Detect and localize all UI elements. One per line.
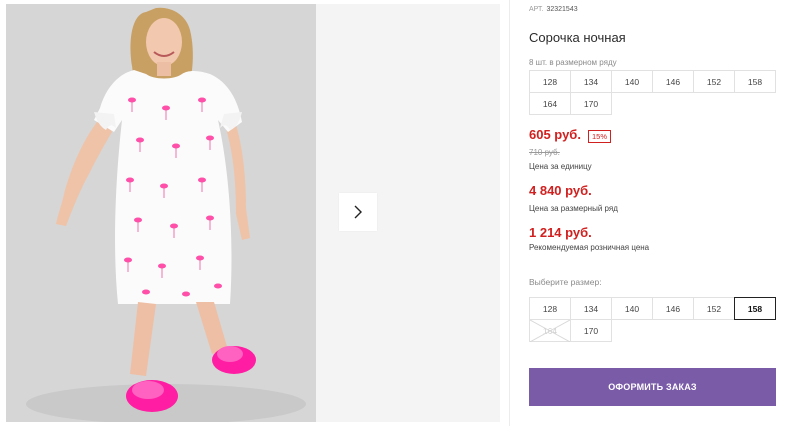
product-photo bbox=[6, 4, 316, 422]
divider bbox=[509, 0, 510, 426]
set-price: 4 840 руб. bbox=[529, 183, 592, 198]
size-option[interactable]: 128 bbox=[529, 297, 571, 320]
range-size-cell: 134 bbox=[570, 70, 612, 93]
range-size-cell: 158 bbox=[734, 70, 776, 93]
range-size-cell: 128 bbox=[529, 70, 571, 93]
unit-price: 605 руб. bbox=[529, 127, 581, 142]
sku: АРТ. 32321543 bbox=[529, 6, 578, 13]
set-price-label: Цена за размерный ряд bbox=[529, 204, 618, 213]
size-option[interactable]: 152 bbox=[693, 297, 735, 320]
choose-size-label: Выберите размер: bbox=[529, 277, 602, 287]
range-size-cell: 140 bbox=[611, 70, 653, 93]
range-size-cell: 164 bbox=[529, 92, 571, 115]
retail-price-label: Рекомендуемая розничная цена bbox=[529, 243, 650, 252]
size-option[interactable]: 140 bbox=[611, 297, 653, 320]
size-range-label: 8 шт. в размерном ряду bbox=[529, 58, 617, 67]
size-option[interactable]: 170 bbox=[570, 319, 612, 342]
unavailable-cross-icon bbox=[530, 320, 570, 342]
range-size-cell: 146 bbox=[652, 70, 694, 93]
range-size-cell: 152 bbox=[693, 70, 735, 93]
order-button[interactable]: ОФОРМИТЬ ЗАКАЗ bbox=[529, 368, 776, 406]
retail-price: 1 214 руб. bbox=[529, 225, 592, 240]
size-range-grid: 128 134 140 146 152 158 164 170 bbox=[529, 70, 782, 115]
size-picker: 128 134 140 146 152 158 164 170 bbox=[529, 297, 782, 342]
product-title: Сорочка ночная bbox=[529, 30, 626, 45]
girl-nightgown-image bbox=[6, 4, 316, 422]
range-size-cell: 170 bbox=[570, 92, 612, 115]
gallery-next-button[interactable] bbox=[339, 193, 377, 231]
sku-value: 32321543 bbox=[546, 6, 578, 13]
chevron-right-icon bbox=[354, 205, 362, 219]
discount-badge: 15% bbox=[588, 130, 612, 143]
sku-label: АРТ. bbox=[529, 6, 544, 13]
size-option-disabled: 164 bbox=[529, 319, 571, 342]
old-price: 710 руб. bbox=[529, 148, 560, 157]
product-gallery bbox=[0, 0, 500, 426]
size-option-selected[interactable]: 158 bbox=[734, 297, 776, 320]
size-option[interactable]: 134 bbox=[570, 297, 612, 320]
size-option[interactable]: 146 bbox=[652, 297, 694, 320]
unit-price-label: Цена за единицу bbox=[529, 162, 592, 171]
